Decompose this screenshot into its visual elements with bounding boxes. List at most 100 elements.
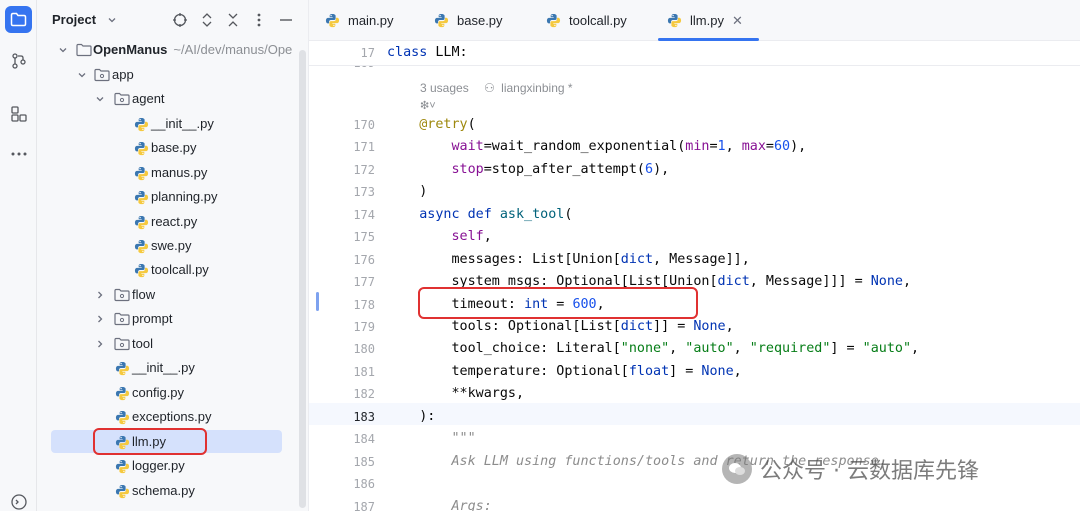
- tree-item-name: agent: [132, 91, 165, 106]
- activity-bar: [0, 0, 37, 511]
- editor-tab-bar: main.py base.py toolcall.py llm.py ✕: [309, 0, 1080, 41]
- python-file-icon: [433, 13, 449, 29]
- commit-icon[interactable]: [5, 47, 32, 74]
- tree-file-item[interactable]: config.py: [37, 381, 297, 405]
- python-file-icon: [545, 13, 561, 29]
- minimize-icon[interactable]: [277, 11, 295, 29]
- annotation-box-timeout: [418, 287, 698, 319]
- line-number: 186: [353, 477, 375, 491]
- python-console-icon[interactable]: [5, 488, 32, 511]
- tree-item-name: base.py: [151, 140, 197, 155]
- tree-item-label: flow: [132, 287, 155, 302]
- code-line: async def ask_tool(: [419, 207, 573, 222]
- tree-item-path: ~/AI/dev/manus/Ope: [173, 42, 293, 57]
- collapse-all-icon[interactable]: [224, 11, 242, 29]
- chevron-down-icon[interactable]: [94, 93, 106, 105]
- chevron-down-icon[interactable]: [76, 69, 88, 81]
- line-number: 177: [353, 275, 375, 289]
- tree-file-item[interactable]: swe.py: [37, 234, 297, 258]
- expand-all-icon[interactable]: [198, 11, 216, 29]
- tree-item-label: toolcall.py: [151, 262, 209, 277]
- code-line: tools: Optional[List[dict]] = None,: [387, 319, 734, 334]
- tree-file-item[interactable]: __init__.py: [37, 356, 297, 380]
- line-number: 180: [353, 342, 375, 356]
- tree-folder-item[interactable]: flow: [37, 283, 297, 307]
- project-panel-title[interactable]: Project: [52, 12, 96, 27]
- options-icon[interactable]: [250, 11, 268, 29]
- line-number: 179: [353, 320, 375, 334]
- tree-folder-item[interactable]: agent: [37, 87, 297, 111]
- more-icon[interactable]: [5, 140, 32, 167]
- code-line: ):: [387, 409, 436, 424]
- tree-file-item[interactable]: react.py: [37, 210, 297, 234]
- folder-icon[interactable]: [5, 6, 32, 33]
- locate-icon[interactable]: [171, 11, 189, 29]
- tree-file-item[interactable]: __init__.py: [37, 112, 297, 136]
- tree-item-label: prompt: [132, 311, 172, 326]
- wechat-icon: [722, 454, 752, 484]
- tree-folder-item[interactable]: tool: [37, 332, 297, 356]
- line-number: 173: [353, 185, 375, 199]
- line-number: 172: [353, 163, 375, 177]
- code-line: self,: [451, 229, 492, 244]
- line-number: 176: [353, 253, 375, 267]
- sticky-scroll-header[interactable]: 17 class LLM:: [309, 41, 1080, 66]
- project-panel-header: Project: [37, 0, 308, 40]
- python-file-icon: [114, 360, 130, 376]
- tree-file-item[interactable]: toolcall.py: [37, 258, 297, 282]
- line-number: 181: [353, 365, 375, 379]
- code-line: stop=stop_after_attempt(6),: [451, 162, 670, 177]
- tree-item-name: __init__.py: [151, 116, 214, 131]
- code-line: wait=wait_random_exponential(min=1, max=…: [451, 139, 807, 154]
- tree-file-item[interactable]: logger.py: [37, 454, 297, 478]
- tab-base-py[interactable]: base.py: [433, 0, 503, 41]
- author-hint[interactable]: liangxinbing *: [501, 81, 572, 95]
- tree-scrollbar[interactable]: [299, 50, 306, 508]
- ai-hint[interactable]: ❇˅: [420, 99, 436, 112]
- tree-file-item[interactable]: base.py: [37, 136, 297, 160]
- tab-llm-py[interactable]: llm.py ✕: [658, 0, 759, 41]
- package-icon: [114, 91, 130, 107]
- line-number: 17: [360, 46, 375, 60]
- code-line: temperature: Optional[float] = None,: [387, 364, 742, 379]
- tab-label: base.py: [457, 13, 503, 28]
- code-line: tool_choice: Literal["none", "auto", "re…: [387, 341, 920, 356]
- close-icon[interactable]: ✕: [732, 13, 743, 29]
- tab-label: llm.py: [690, 13, 724, 28]
- code-editor[interactable]: 17 class LLM: 169 3 usages ⚇ liangxinbin…: [309, 41, 1080, 511]
- chevron-right-icon[interactable]: [94, 338, 106, 350]
- chevron-right-icon[interactable]: [94, 289, 106, 301]
- line-number: 170: [353, 118, 375, 132]
- tree-item-label: base.py: [151, 140, 197, 155]
- python-file-icon: [133, 165, 149, 181]
- tab-main-py[interactable]: main.py: [324, 0, 394, 41]
- usages-hint[interactable]: 3 usages: [420, 81, 469, 95]
- tab-toolcall-py[interactable]: toolcall.py: [545, 0, 627, 41]
- tree-file-item[interactable]: exceptions.py: [37, 405, 297, 429]
- structure-icon[interactable]: [5, 100, 32, 127]
- tree-file-item[interactable]: schema.py: [37, 479, 297, 503]
- code-line: ): [387, 184, 428, 199]
- package-icon: [114, 287, 130, 303]
- tree-item-name: toolcall.py: [151, 262, 209, 277]
- tree-folder-item[interactable]: OpenManus ~/AI/dev/manus/Ope: [37, 38, 297, 62]
- tree-item-label: planning.py: [151, 189, 218, 204]
- tree-item-name: logger.py: [132, 458, 185, 473]
- tree-item-label: __init__.py: [151, 116, 214, 131]
- line-number: 187: [353, 500, 375, 511]
- python-file-icon: [114, 483, 130, 499]
- tree-file-item[interactable]: manus.py: [37, 161, 297, 185]
- tree-item-name: manus.py: [151, 165, 208, 180]
- python-file-icon: [133, 262, 149, 278]
- tree-folder-item[interactable]: prompt: [37, 307, 297, 331]
- chevron-down-icon[interactable]: [57, 44, 69, 56]
- tree-item-label: swe.py: [151, 238, 191, 253]
- tree-folder-item[interactable]: app: [37, 63, 297, 87]
- code-vision-hint[interactable]: 3 usages ⚇ liangxinbing *: [420, 81, 573, 95]
- chevron-right-icon[interactable]: [94, 313, 106, 325]
- chevron-down-icon[interactable]: [103, 11, 121, 29]
- python-file-icon: [114, 385, 130, 401]
- tree-file-item[interactable]: planning.py: [37, 185, 297, 209]
- code-line: @retry(: [419, 117, 476, 132]
